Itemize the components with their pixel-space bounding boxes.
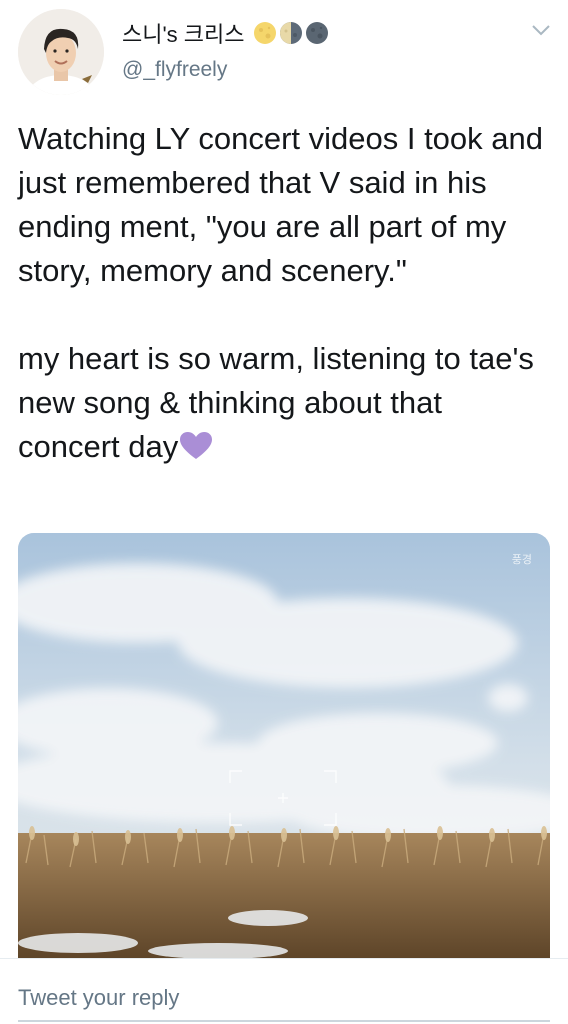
divider — [0, 958, 568, 959]
reply-input-underline — [18, 1020, 550, 1022]
full-moon-icon — [253, 22, 276, 44]
author-name-row[interactable]: 스니's 크리스 — [122, 18, 329, 48]
tweet-photo[interactable]: 풍경 — [18, 533, 550, 958]
tweet-body: Watching LY concert videos I took and ju… — [18, 121, 544, 464]
tweet-text: Watching LY concert videos I took and ju… — [18, 117, 548, 469]
display-name[interactable]: 스니's 크리스 — [122, 17, 245, 49]
reply-input[interactable] — [18, 976, 548, 1020]
chevron-down-icon[interactable] — [530, 22, 552, 38]
avatar-image — [18, 9, 104, 95]
purple-heart-icon — [180, 432, 213, 459]
avatar[interactable] — [18, 9, 104, 95]
photo-watermark: 풍경 — [511, 553, 532, 566]
new-moon-icon — [305, 22, 328, 44]
moon-emoji-group — [253, 21, 329, 45]
landscape-photo — [18, 533, 550, 958]
tweet-detail: 스니's 크리스 @_flyfreely Watching LY concert… — [0, 0, 568, 1024]
user-handle[interactable]: @_flyfreely — [122, 58, 227, 82]
last-quarter-moon-icon — [279, 22, 302, 44]
